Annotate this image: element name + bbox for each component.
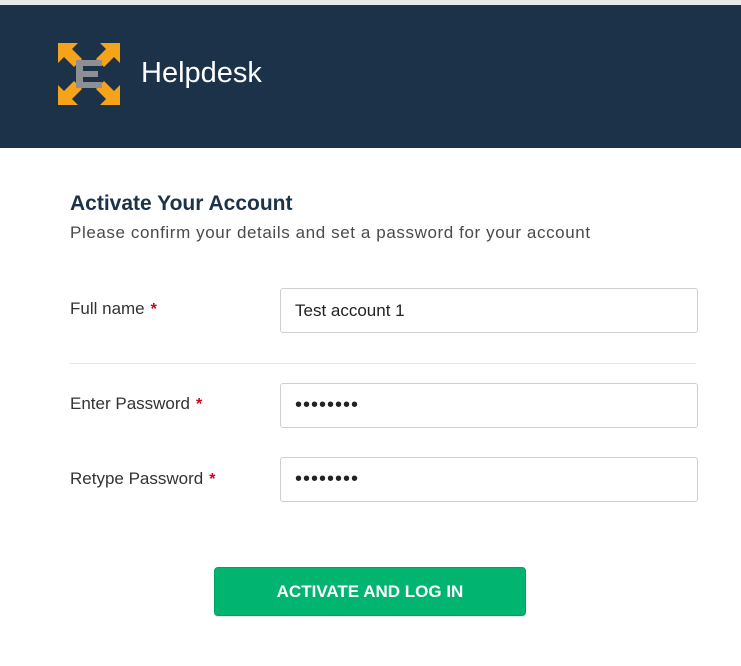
brand-name: Helpdesk: [141, 57, 262, 89]
required-marker: *: [196, 396, 203, 413]
helpdesk-logo-icon: [58, 43, 120, 105]
activate-and-login-button[interactable]: ACTIVATE AND LOG IN: [214, 567, 526, 616]
page-header: Helpdesk: [0, 5, 741, 148]
retype-password-label: Retype Password *: [70, 469, 215, 490]
form-divider: [70, 363, 696, 364]
full-name-label-text: Full name: [70, 299, 145, 318]
full-name-label: Full name *: [70, 299, 157, 320]
retype-password-input[interactable]: [280, 457, 698, 502]
required-marker: *: [209, 471, 216, 488]
required-marker: *: [150, 301, 157, 318]
password-label-text: Enter Password: [70, 394, 190, 413]
retype-password-label-text: Retype Password: [70, 469, 204, 488]
full-name-input[interactable]: [280, 288, 698, 333]
form-subtitle: Please confirm your details and set a pa…: [70, 223, 591, 242]
form-title: Activate Your Account: [70, 192, 293, 215]
password-label: Enter Password *: [70, 394, 202, 415]
password-input[interactable]: [280, 383, 698, 428]
